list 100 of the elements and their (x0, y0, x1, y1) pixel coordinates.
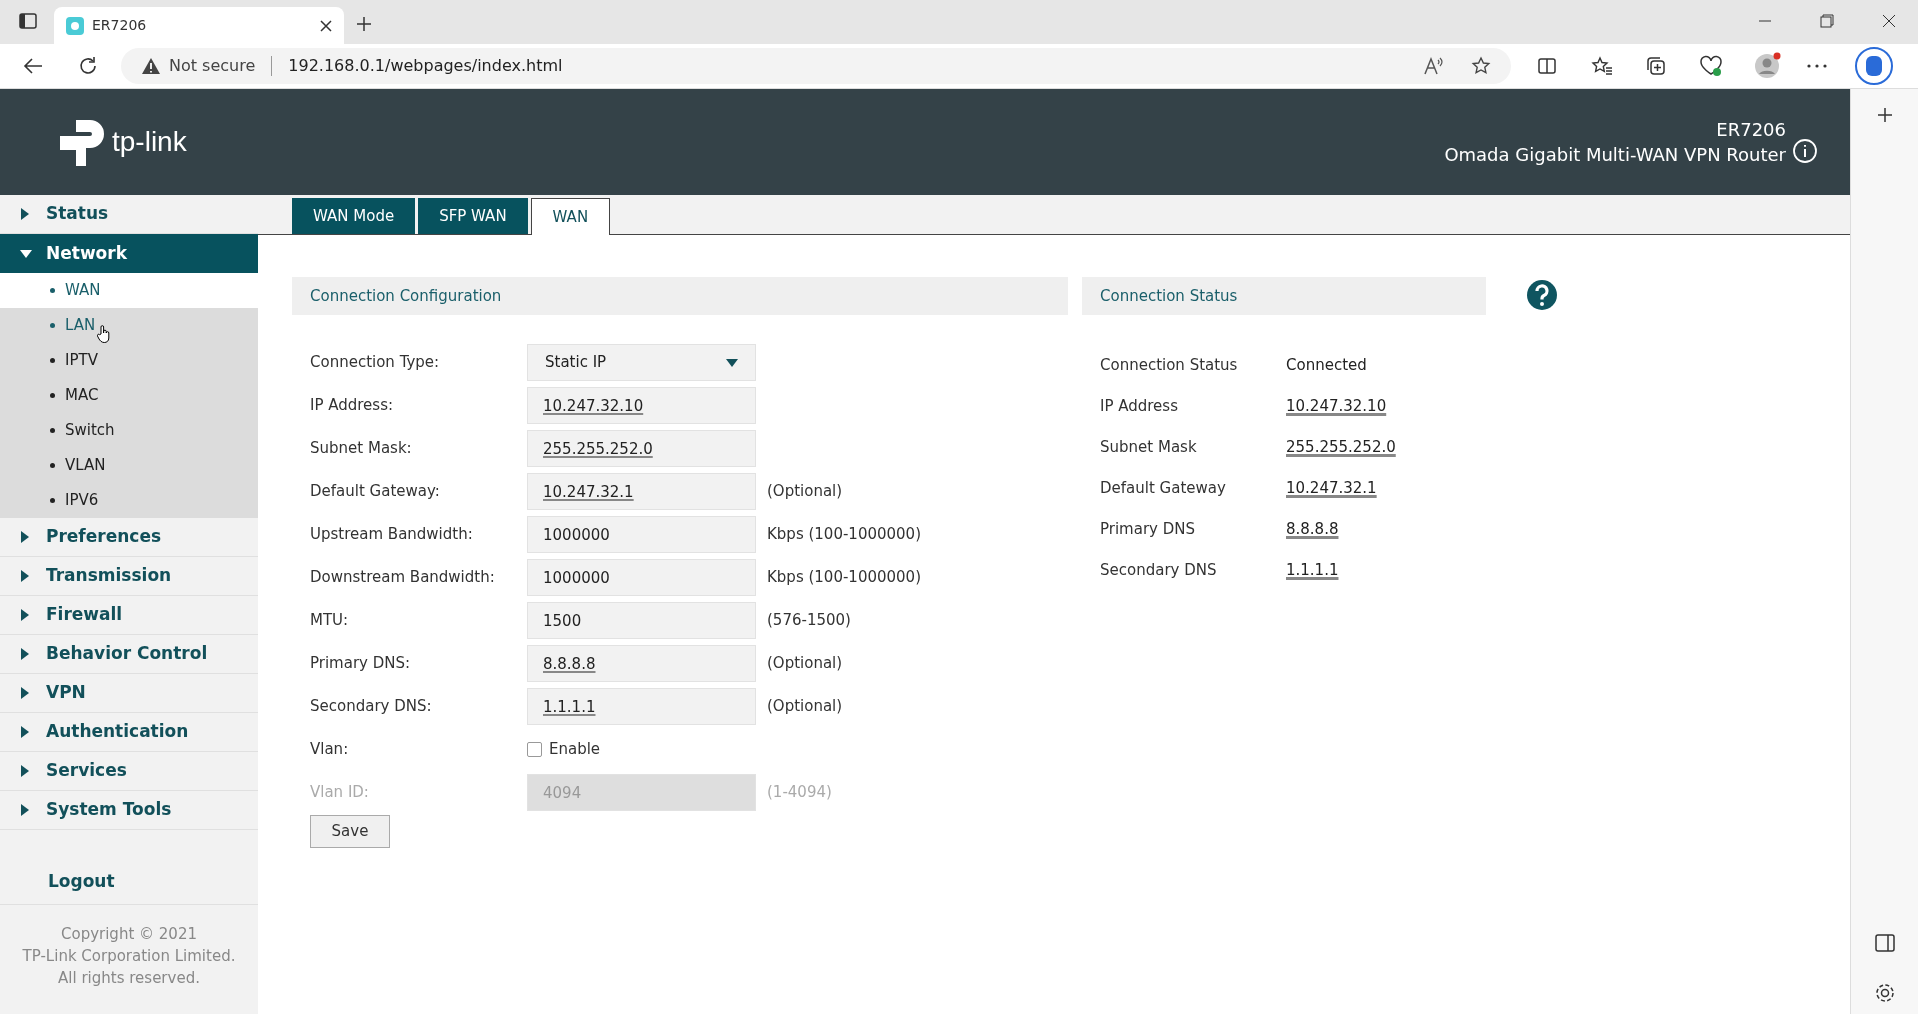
caret-right-icon (20, 687, 30, 699)
caret-down-icon (20, 248, 32, 259)
menu-item[interactable]: VPN (0, 674, 258, 713)
copyright-text: All rights reserved. (58, 968, 200, 989)
logo-text: tp-link (112, 125, 187, 159)
input-field[interactable]: 255.255.252.0 (527, 430, 756, 467)
caret-down-icon (726, 358, 738, 367)
caret-right-icon (20, 531, 30, 543)
collections-icon[interactable] (1645, 55, 1667, 77)
menu-item[interactable]: System Tools (0, 791, 258, 830)
copyright-text: Copyright © 2021 (61, 924, 197, 945)
field-label: Upstream Bandwidth: (310, 524, 474, 546)
tab[interactable]: SFP WAN (418, 198, 528, 234)
close-icon[interactable] (320, 19, 332, 32)
more-icon[interactable] (1807, 64, 1827, 68)
submenu-item[interactable]: IPV6 (0, 483, 258, 518)
caret-right-icon (20, 648, 30, 660)
tab-actions-icon[interactable] (18, 11, 38, 31)
menu-item[interactable]: Network (0, 234, 258, 273)
field-label: IP Address: (310, 395, 395, 417)
status-value: 8.8.8.8 (1286, 519, 1339, 541)
menu-item[interactable]: Firewall (0, 596, 258, 635)
status-label: Secondary DNS (1100, 560, 1218, 582)
input-field[interactable]: 1.1.1.1 (527, 688, 756, 725)
menu-item[interactable]: Preferences (0, 518, 258, 557)
status-value: 10.247.32.1 (1286, 478, 1377, 500)
info-icon[interactable] (1792, 138, 1818, 164)
section-header: Connection Configuration (292, 277, 1068, 315)
warning-icon (141, 57, 161, 75)
input-field[interactable]: 1500 (527, 602, 756, 639)
submenu-item[interactable]: VLAN (0, 448, 258, 483)
caret-right-icon (20, 570, 30, 582)
field-hint: (576-1500) (767, 610, 851, 632)
field-hint: (Optional) (767, 653, 843, 675)
menu-item[interactable]: Services (0, 752, 258, 791)
field-hint: (Optional) (767, 696, 843, 718)
status-label: Primary DNS (1100, 519, 1197, 541)
field-label: Vlan ID: (310, 782, 370, 804)
field-label: Primary DNS: (310, 653, 412, 675)
caret-right-icon (20, 765, 30, 777)
browser-tab[interactable]: ER7206 (54, 7, 344, 44)
tab[interactable]: WAN (530, 198, 611, 235)
input-field[interactable]: 10.247.32.1 (527, 473, 756, 510)
status-value: 255.255.252.0 (1286, 437, 1396, 459)
menu-item[interactable]: Transmission (0, 557, 258, 596)
tab[interactable]: WAN Mode (292, 198, 416, 234)
star-icon[interactable] (1471, 56, 1491, 76)
url-text: 192.168.0.1/webpages/index.html (288, 55, 564, 77)
dropdown[interactable]: Static IP (527, 344, 756, 381)
product-name: Omada Gigabit Multi-WAN VPN Router (1444, 143, 1786, 167)
close-window-icon[interactable] (1882, 14, 1896, 28)
submenu-item[interactable]: WAN (0, 273, 258, 308)
field-label: Subnet Mask: (310, 438, 413, 460)
favorites-icon[interactable] (1591, 56, 1613, 76)
menu-item[interactable]: Behavior Control (0, 635, 258, 674)
submenu-item[interactable]: MAC (0, 378, 258, 413)
sidebar-toggle-icon[interactable] (1874, 934, 1895, 952)
profile-avatar-icon[interactable] (1753, 52, 1781, 80)
status-label: Subnet Mask (1100, 437, 1198, 459)
status-label: Connection Status (1100, 355, 1239, 377)
hand-cursor-icon (97, 324, 112, 343)
read-aloud-icon[interactable] (1423, 57, 1443, 75)
save-button[interactable]: Save (310, 815, 390, 848)
input-field[interactable]: 1000000 (527, 559, 756, 596)
caret-right-icon (20, 609, 30, 621)
status-value: Connected (1286, 355, 1367, 377)
address-bar[interactable]: Not secure 192.168.0.1/webpages/index.html (121, 48, 1511, 84)
field-hint: Kbps (100-1000000) (767, 567, 921, 589)
checkbox-label: Enable (549, 739, 601, 761)
restore-icon[interactable] (1820, 14, 1834, 28)
menu-item[interactable]: Authentication (0, 713, 258, 752)
status-label: IP Address (1100, 396, 1179, 418)
field-hint: (1-4094) (767, 782, 832, 804)
submenu-item[interactable]: IPTV (0, 343, 258, 378)
input-field[interactable]: 8.8.8.8 (527, 645, 756, 682)
logout-link[interactable]: Logout (0, 860, 258, 905)
field-hint: (Optional) (767, 481, 843, 503)
caret-right-icon (20, 208, 30, 220)
section-header: Connection Status (1082, 277, 1486, 315)
field-label: Downstream Bandwidth: (310, 567, 496, 589)
copyright-text: TP-Link Corporation Limited. (22, 946, 236, 967)
input-field[interactable]: 10.247.32.10 (527, 387, 756, 424)
field-label: Connection Type: (310, 352, 441, 374)
site-favicon (66, 16, 84, 35)
add-icon[interactable] (1876, 107, 1893, 123)
settings-icon[interactable] (1873, 982, 1896, 1004)
checkbox[interactable] (527, 742, 542, 757)
field-label: Vlan: (310, 739, 350, 761)
submenu-item[interactable]: Switch (0, 413, 258, 448)
input-field[interactable]: 1000000 (527, 516, 756, 553)
security-label: Not secure (169, 55, 256, 77)
help-icon[interactable] (1526, 279, 1558, 311)
status-label: Default Gateway (1100, 478, 1227, 500)
new-tab-icon[interactable] (356, 16, 372, 32)
submenu-item[interactable]: LAN (0, 308, 258, 343)
device-model: ER7206 (1716, 118, 1786, 142)
caret-right-icon (20, 726, 30, 738)
split-screen-icon[interactable] (1537, 56, 1557, 76)
caret-right-icon (20, 804, 30, 816)
refresh-icon[interactable] (77, 55, 99, 77)
